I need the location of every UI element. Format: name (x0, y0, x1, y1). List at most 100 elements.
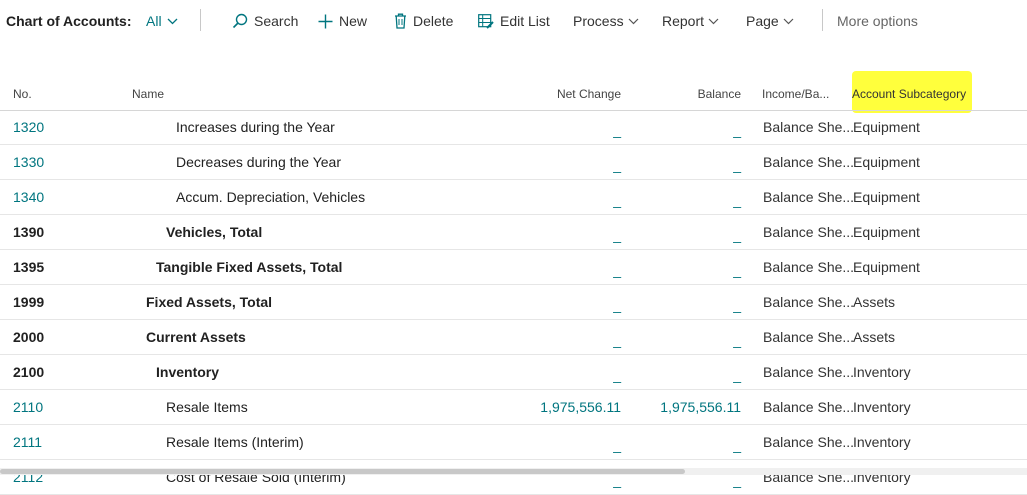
net-change-drilldown[interactable]: _ (613, 437, 621, 453)
process-menu[interactable]: Process (573, 13, 639, 29)
edit-list-button[interactable]: Edit List (478, 13, 550, 29)
account-no-link[interactable]: 1320 (13, 119, 44, 135)
balance-drilldown[interactable]: 1,975,556.11 (660, 399, 741, 415)
income-balance-cell: Balance She... (763, 154, 855, 170)
new-label: New (339, 13, 368, 29)
page-label: Page (746, 13, 779, 29)
trash-icon (394, 13, 407, 29)
table-row[interactable]: 2000 Current Assets _ _ Balance She... A… (0, 320, 1027, 355)
table-row[interactable]: 2112 Cost of Resale Sold (Interim) _ _ B… (0, 460, 1027, 495)
balance-drilldown[interactable]: _ (733, 297, 741, 313)
balance-drilldown[interactable]: _ (733, 227, 741, 243)
account-name: Resale Items (166, 399, 248, 415)
income-balance-cell: Balance She... (763, 364, 855, 380)
column-header-net-change[interactable]: Net Change (557, 87, 621, 101)
net-change-drilldown[interactable]: _ (613, 227, 621, 243)
column-header-account-subcategory[interactable]: Account Subcategory (852, 87, 966, 101)
net-change-drilldown[interactable]: _ (613, 157, 621, 173)
net-change-drilldown[interactable]: _ (613, 297, 621, 313)
table-row[interactable]: 1999 Fixed Assets, Total _ _ Balance She… (0, 285, 1027, 320)
column-header-income-balance[interactable]: Income/Ba... (762, 87, 829, 101)
account-no-link[interactable]: 2111 (13, 434, 42, 450)
account-subcategory-cell: Equipment (853, 119, 920, 135)
net-change-drilldown[interactable]: _ (613, 367, 621, 383)
account-no-link[interactable]: 1340 (13, 189, 44, 205)
account-name: Tangible Fixed Assets, Total (156, 259, 343, 275)
table-row[interactable]: 1320 Increases during the Year _ _ Balan… (0, 110, 1027, 145)
chevron-down-icon (783, 18, 794, 25)
chevron-down-icon (628, 18, 639, 25)
table-row[interactable]: 1330 Decreases during the Year _ _ Balan… (0, 145, 1027, 180)
account-no[interactable]: 1395 (13, 259, 44, 275)
toolbar-separator (822, 9, 823, 31)
view-filter-label: All (146, 13, 162, 29)
account-no[interactable]: 1999 (13, 294, 44, 310)
income-balance-cell: Balance She... (763, 294, 855, 310)
column-header-no[interactable]: No. (13, 87, 32, 101)
delete-button[interactable]: Delete (394, 13, 453, 29)
table-row[interactable]: 1340 Accum. Depreciation, Vehicles _ _ B… (0, 180, 1027, 215)
account-subcategory-cell: Inventory (853, 364, 911, 380)
account-name: Inventory (156, 364, 220, 380)
account-no-link[interactable]: 1330 (13, 154, 44, 170)
table-row[interactable]: 2110 Resale Items 1,975,556.11 1,975,556… (0, 390, 1027, 425)
balance-drilldown[interactable]: _ (733, 262, 741, 278)
more-options-button[interactable]: More options (837, 13, 918, 29)
net-change-drilldown[interactable]: _ (613, 262, 621, 278)
balance-drilldown[interactable]: _ (733, 437, 741, 453)
search-icon (232, 13, 248, 29)
toolbar-separator (200, 9, 201, 31)
account-subcategory-cell: Inventory (853, 399, 911, 415)
column-header-balance[interactable]: Balance (698, 87, 741, 101)
account-name: Vehicles, Total (166, 224, 263, 240)
account-name: Accum. Depreciation, Vehicles (176, 189, 366, 205)
table-row[interactable]: 1390 Vehicles, Total _ _ Balance She... … (0, 215, 1027, 250)
balance-drilldown[interactable]: _ (733, 332, 741, 348)
balance-drilldown[interactable]: _ (733, 192, 741, 208)
account-no[interactable]: 2000 (13, 329, 44, 345)
account-no[interactable]: 2100 (13, 364, 44, 380)
balance-drilldown[interactable]: _ (733, 157, 741, 173)
net-change-drilldown[interactable]: _ (613, 332, 621, 348)
chevron-down-icon (167, 18, 178, 25)
table-row[interactable]: 2111 Resale Items (Interim) _ _ Balance … (0, 425, 1027, 460)
account-subcategory-cell: Equipment (853, 259, 920, 275)
balance-drilldown[interactable]: _ (733, 367, 741, 383)
account-no-link[interactable]: 2110 (13, 399, 43, 415)
process-label: Process (573, 13, 624, 29)
plus-icon (318, 14, 333, 29)
net-change-drilldown[interactable]: _ (613, 192, 621, 208)
page-menu[interactable]: Page (746, 13, 794, 29)
account-name: Decreases during the Year (176, 154, 341, 170)
account-subcategory-cell: Assets (853, 294, 896, 310)
income-balance-cell: Balance She... (763, 189, 855, 205)
account-no[interactable]: 1390 (13, 224, 44, 240)
account-name: Resale Items (Interim) (166, 434, 304, 450)
spacer (0, 42, 1027, 72)
account-name: Current Assets (146, 329, 246, 345)
net-change-drilldown[interactable]: 1,975,556.11 (540, 399, 621, 415)
income-balance-cell: Balance She... (763, 434, 855, 450)
table-row[interactable]: 1395 Tangible Fixed Assets, Total _ _ Ba… (0, 250, 1027, 285)
accounts-table-body: 1320 Increases during the Year _ _ Balan… (0, 110, 1027, 495)
report-label: Report (662, 13, 705, 29)
search-button[interactable]: Search (232, 13, 298, 29)
scrollbar-thumb[interactable] (0, 469, 685, 474)
table-row[interactable]: 2100 Inventory _ _ Balance She... Invent… (0, 355, 1027, 390)
column-header-name[interactable]: Name (132, 87, 164, 101)
account-name: Fixed Assets, Total (146, 294, 273, 310)
new-button[interactable]: New (318, 13, 367, 29)
search-label: Search (254, 13, 299, 29)
report-menu[interactable]: Report (662, 13, 719, 29)
view-filter-dropdown[interactable]: All (146, 13, 178, 29)
account-subcategory-cell: Equipment (853, 154, 920, 170)
edit-list-icon (478, 13, 494, 29)
delete-label: Delete (413, 13, 454, 29)
balance-drilldown[interactable]: _ (733, 122, 741, 138)
account-subcategory-cell: Equipment (853, 224, 920, 240)
horizontal-scrollbar[interactable] (0, 468, 1027, 475)
net-change-drilldown[interactable]: _ (613, 122, 621, 138)
account-subcategory-cell: Inventory (853, 434, 911, 450)
page-caption: Chart of Accounts: (6, 13, 132, 29)
income-balance-cell: Balance She... (763, 259, 855, 275)
